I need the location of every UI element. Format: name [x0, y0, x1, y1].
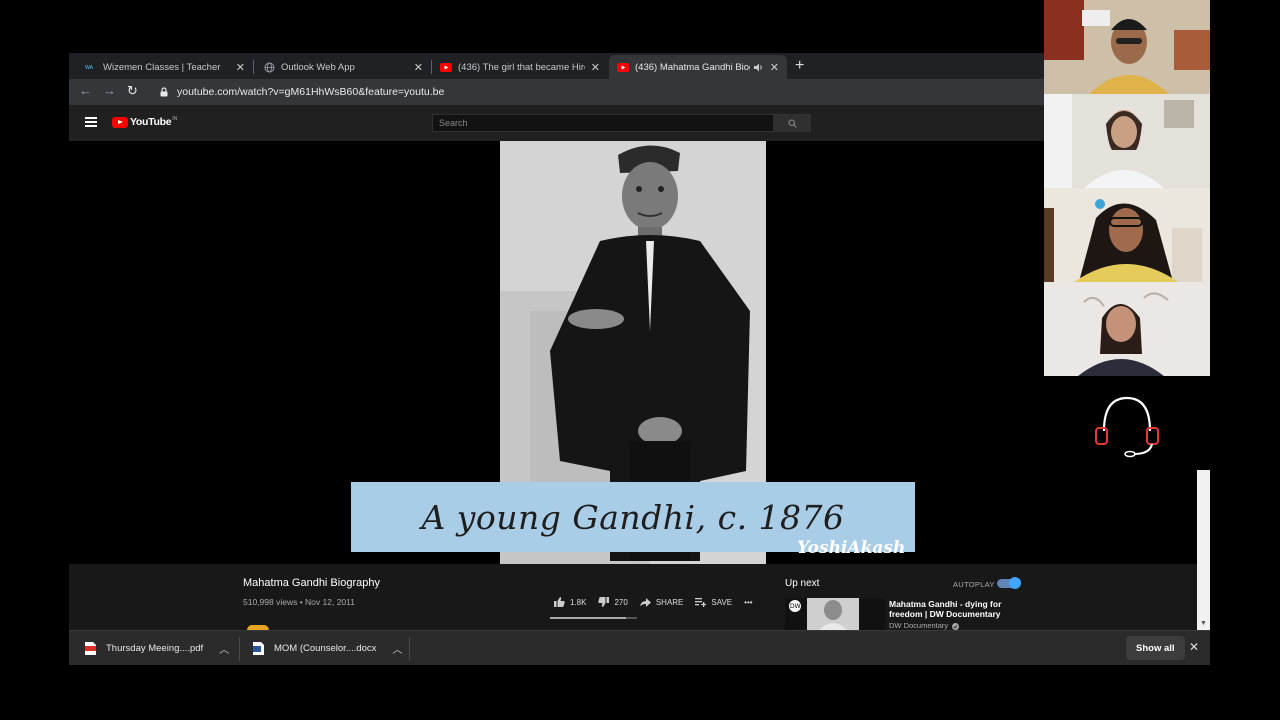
search-icon: [788, 118, 797, 128]
dislike-button[interactable]: 270: [598, 597, 628, 607]
verified-check-icon: [952, 622, 960, 630]
participant-video-2[interactable]: [1044, 94, 1210, 188]
scroll-down-arrow-icon[interactable]: ▼: [1200, 620, 1207, 627]
download-filename: Thursday Meeing....pdf: [106, 643, 204, 654]
close-tab-icon[interactable]: ✕: [236, 61, 245, 74]
video-watermark: YoshiAkash: [797, 538, 906, 558]
tab-title: (436) Mahatma Gandhi Biogr: [635, 61, 750, 73]
tab-title: Outlook Web App: [281, 61, 355, 73]
headset-icon: [1044, 376, 1210, 470]
thumbs-down-icon: [598, 597, 610, 607]
download-filename: MOM (Counselor....docx: [274, 643, 377, 654]
close-tab-icon[interactable]: ✕: [770, 61, 779, 74]
new-tab-button[interactable]: +: [795, 57, 804, 75]
search-input[interactable]: Search: [432, 114, 774, 132]
up-next-channel-name: DW Documentary: [889, 621, 949, 630]
youtube-icon: [440, 61, 452, 73]
globe-icon: [263, 61, 275, 73]
participant-audio-only[interactable]: [1044, 376, 1210, 470]
like-button[interactable]: 1.8K: [554, 597, 586, 607]
downloads-separator: [409, 637, 410, 661]
toggle-knob: [1009, 577, 1021, 589]
share-arrow-icon: [639, 597, 651, 607]
tab-bar: WA Wizemen Classes | Teacher ✕ Outlook W…: [69, 53, 1044, 79]
downloads-bar: Thursday Meeing....pdf ︿ MOM (Counselor.…: [69, 630, 1210, 665]
share-label: SHARE: [655, 597, 684, 607]
video-title: Mahatma Gandhi Biography: [243, 577, 380, 589]
svg-text:DW: DW: [790, 603, 801, 610]
video-caption-text: A young Gandhi, c. 1876: [421, 497, 845, 537]
share-button[interactable]: SHARE: [639, 597, 684, 607]
tab-title: (436) The girl that became Hirosh: [458, 61, 585, 73]
video-info-panel: Mahatma Gandhi Biography 510,998 views •…: [69, 564, 1210, 630]
up-next-thumbnail[interactable]: DW: [785, 598, 885, 630]
up-next-title[interactable]: Mahatma Gandhi - dying for freedom | DW …: [889, 599, 1019, 619]
browser-window: WA Wizemen Classes | Teacher ✕ Outlook W…: [69, 53, 1210, 665]
tab-title: Wizemen Classes | Teacher: [103, 61, 221, 73]
close-downloads-icon[interactable]: ✕: [1189, 640, 1199, 654]
dislike-count: 270: [614, 597, 628, 607]
hamburger-menu-icon[interactable]: [85, 117, 97, 127]
more-dots-icon: •••: [744, 597, 753, 607]
save-button[interactable]: SAVE: [695, 597, 733, 607]
tab-separator: [253, 60, 254, 74]
more-options-button[interactable]: •••: [744, 598, 752, 607]
speaker-icon[interactable]: [753, 63, 764, 72]
participant-video-3[interactable]: [1044, 188, 1210, 282]
download-item-docx[interactable]: MOM (Counselor....docx ︿: [253, 631, 402, 666]
show-all-downloads-button[interactable]: Show all: [1126, 636, 1185, 660]
close-tab-icon[interactable]: ✕: [414, 61, 423, 74]
video-meta: 510,998 views • Nov 12, 2011: [243, 597, 355, 607]
chevron-up-icon[interactable]: ︿: [219, 641, 229, 656]
lock-icon: [160, 87, 168, 97]
like-ratio-fill: [550, 617, 626, 619]
thumbs-up-icon: [554, 597, 565, 607]
tab-youtube-gandhi[interactable]: (436) Mahatma Gandhi Biogr ✕: [609, 55, 787, 79]
reload-icon[interactable]: ↻: [127, 83, 138, 99]
youtube-logo[interactable]: YouTube IN: [112, 116, 177, 128]
save-label: SAVE: [711, 597, 733, 607]
autoplay-label: AUTOPLAY: [953, 580, 995, 589]
up-next-heading: Up next: [785, 578, 820, 589]
word-file-icon: [253, 642, 264, 655]
tab-wizemen[interactable]: WA Wizemen Classes | Teacher ✕: [77, 55, 253, 79]
youtube-header: YouTube IN Search: [69, 105, 1044, 141]
tab-outlook[interactable]: Outlook Web App ✕: [255, 55, 431, 79]
back-arrow-icon[interactable]: ←: [79, 83, 92, 98]
download-item-pdf[interactable]: Thursday Meeing....pdf ︿: [85, 631, 229, 666]
url-field[interactable]: youtube.com/watch?v=gM61HhWsB60&feature=…: [153, 82, 1044, 102]
participant-video-4[interactable]: [1044, 282, 1210, 376]
youtube-play-icon: [112, 116, 128, 128]
tab-youtube-hiroshima[interactable]: (436) The girl that became Hirosh ✕: [432, 55, 608, 79]
chevron-up-icon[interactable]: ︿: [392, 641, 402, 656]
autoplay-toggle[interactable]: [997, 577, 1021, 589]
page-scrollbar[interactable]: ▼: [1197, 469, 1210, 630]
close-tab-icon[interactable]: ✕: [591, 61, 600, 74]
video-actions: 1.8K 270 SHARE SAVE •••: [554, 597, 765, 607]
forward-arrow-icon[interactable]: →: [103, 83, 116, 98]
youtube-logo-text: YouTube: [130, 116, 172, 128]
search-button[interactable]: [774, 114, 811, 132]
youtube-icon: [617, 61, 629, 73]
participant-video-1[interactable]: [1044, 0, 1210, 94]
wizemen-favicon: WA: [85, 61, 97, 73]
pdf-file-icon: [85, 642, 96, 655]
downloads-separator: [239, 637, 240, 661]
up-next-channel: DW Documentary: [889, 621, 960, 630]
youtube-country-code: IN: [172, 116, 178, 122]
like-ratio-bar: [550, 617, 637, 619]
playlist-add-icon: [695, 597, 707, 607]
address-bar: ← → ↻ youtube.com/watch?v=gM61HhWsB60&fe…: [69, 79, 1044, 105]
svg-text:WA: WA: [85, 65, 94, 71]
like-count: 1.8K: [570, 597, 587, 607]
screen: WA Wizemen Classes | Teacher ✕ Outlook W…: [0, 0, 1280, 720]
video-player[interactable]: A young Gandhi, c. 1876 YoshiAkash: [69, 141, 1197, 564]
url-text: youtube.com/watch?v=gM61HhWsB60&feature=…: [177, 86, 445, 98]
